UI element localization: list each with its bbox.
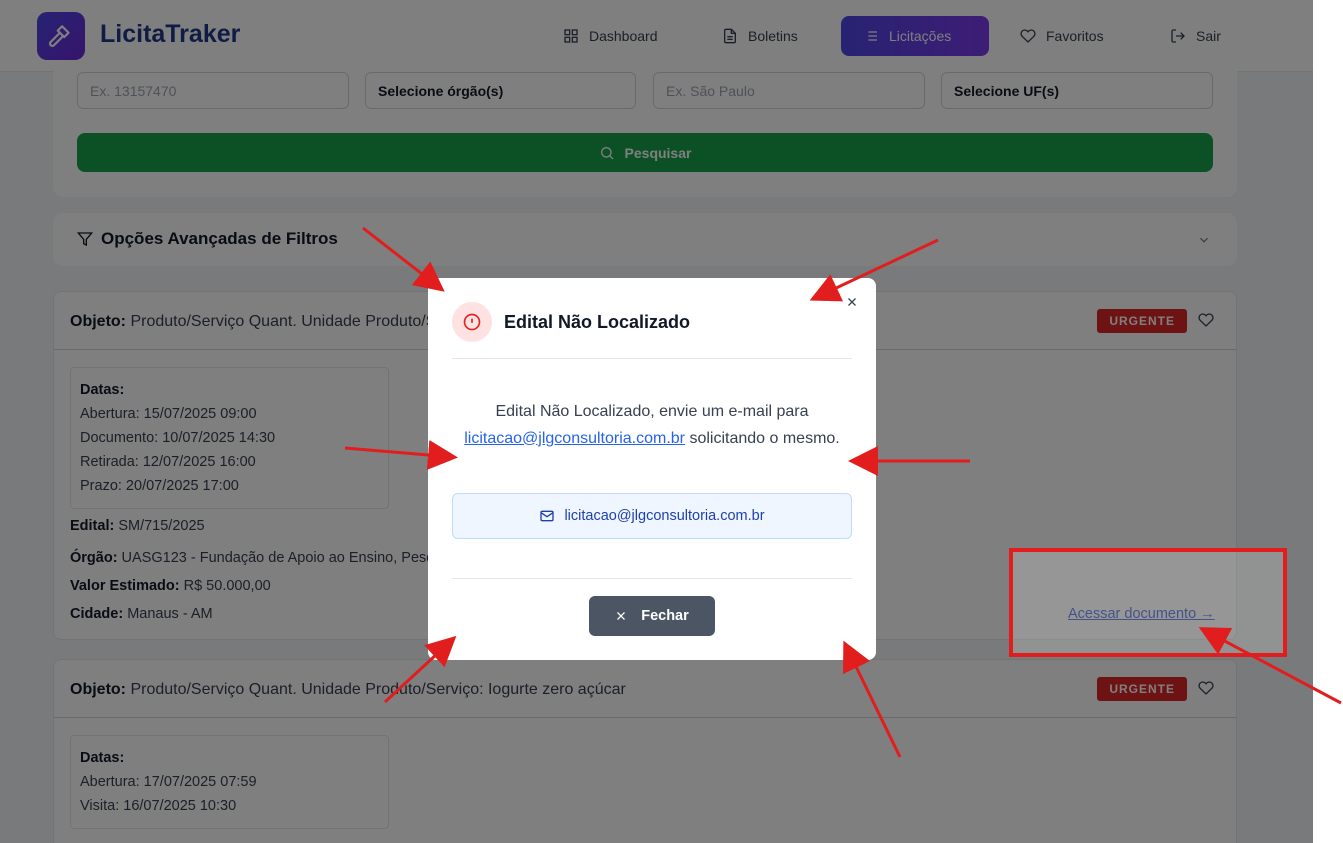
divider (452, 578, 852, 579)
divider (452, 358, 852, 359)
modal-title: Edital Não Localizado (504, 312, 691, 332)
fechar-button[interactable]: Fechar (589, 596, 715, 636)
fechar-button-label: Fechar (641, 608, 689, 624)
modal-message: Edital Não Localizado, envie um e-mail p… (464, 403, 840, 447)
alert-circle-icon (452, 302, 492, 342)
mail-icon (540, 510, 555, 522)
email-button[interactable]: licitacao@jlgconsultoria.com.br (452, 493, 852, 539)
close-icon[interactable] (844, 294, 860, 310)
app-window: LicitaTraker Dashboard Boletins Licitaçõ… (0, 0, 1313, 843)
email-button-label: licitacao@jlgconsultoria.com.br (564, 508, 765, 524)
email-link[interactable]: licitacao@jlgconsultoria.com.br (464, 430, 685, 447)
edital-not-found-modal: Edital Não Localizado Edital Não Localiz… (428, 278, 876, 660)
close-icon (617, 612, 626, 620)
